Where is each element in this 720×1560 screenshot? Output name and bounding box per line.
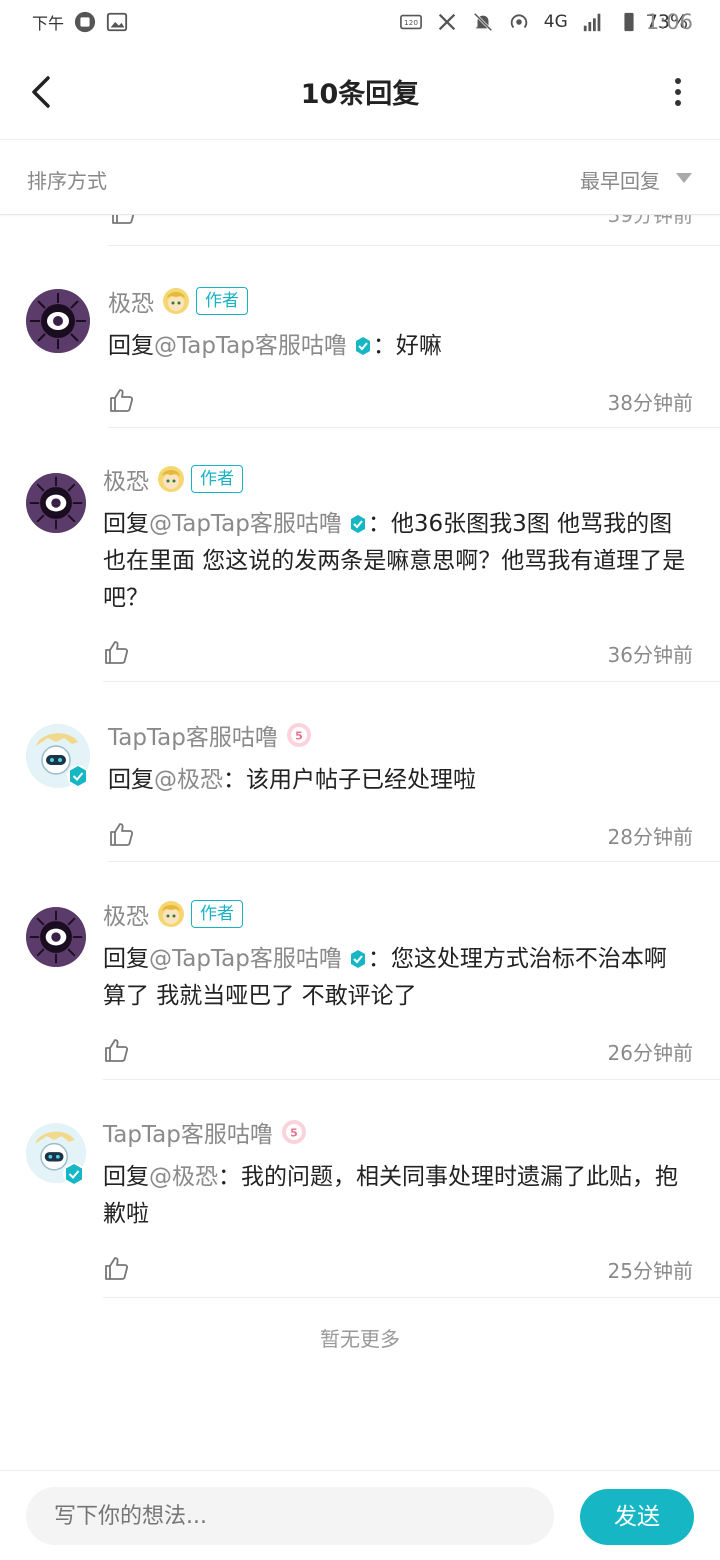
- mention-link[interactable]: @TapTap客服咕噜: [149, 946, 342, 972]
- comment-body: TapTap客服咕噜 5 回复@极恐：我的问题，相关同事处理时遗漏了此贴，抱歉啦…: [103, 1115, 720, 1298]
- like-icon[interactable]: [103, 1255, 129, 1281]
- divider: [108, 427, 720, 428]
- comment-footer: 28分钟前: [108, 811, 720, 861]
- reply-time: 25分钟前: [607, 1259, 693, 1283]
- svg-text:120: 120: [404, 18, 418, 27]
- comment-text: 回复@极恐：该用户帖子已经处理啦: [108, 767, 476, 793]
- comment-text: 回复@TapTap客服咕噜 ：他36张图我3图 他骂我的图也在里面 您这说的发两条…: [103, 511, 686, 611]
- comment-body: 极恐 作者 回复@TapTap客服咕噜 ：您这处理方式治标不治本啊 算了 我就当哑…: [103, 897, 720, 1080]
- more-options-icon[interactable]: [666, 72, 690, 112]
- battery-icon: [624, 12, 634, 32]
- user-name[interactable]: 极恐: [103, 897, 149, 931]
- author-tag: 作者: [191, 465, 243, 493]
- send-button[interactable]: 发送: [580, 1489, 694, 1545]
- gallery-icon: [106, 12, 128, 32]
- svg-text:5: 5: [295, 730, 303, 743]
- no-more-label: 暂无更多: [320, 1327, 400, 1351]
- mention-link[interactable]: @极恐: [149, 1164, 218, 1190]
- user-name[interactable]: TapTap客服咕噜: [103, 1115, 273, 1149]
- divider: [103, 1297, 720, 1298]
- like-icon[interactable]: [108, 821, 134, 847]
- network-type: 4G: [543, 12, 568, 32]
- sort-bar: 排序方式 最早回复: [0, 141, 720, 215]
- comment-footer: 25分钟前: [103, 1245, 720, 1295]
- refresh-rate-icon: 120: [399, 14, 422, 30]
- reply-time: 28分钟前: [607, 825, 693, 849]
- reply-list: 39分钟前 极恐 作者 回复@TapTap客服咕噜 ：好嘛 38分钟前 极恐 作…: [0, 215, 720, 1470]
- author-tag: 作者: [196, 287, 248, 315]
- comment-footer: 26分钟前: [103, 1027, 720, 1077]
- hotspot-icon: [510, 14, 527, 29]
- list-item: 极恐 作者 回复@TapTap客服咕噜 ：他36张图我3图 他骂我的图也在里面 您…: [0, 446, 720, 682]
- divider: [103, 681, 720, 682]
- list-item: 极恐 作者 回复@TapTap客服咕噜 ：好嘛 38分钟前: [0, 274, 720, 428]
- user-name[interactable]: 极恐: [103, 462, 149, 496]
- level-badge-icon: 5: [286, 723, 311, 747]
- verified-icon: [67, 765, 89, 787]
- sort-dropdown[interactable]: 最早回复: [580, 165, 660, 194]
- comment-body: 极恐 作者 回复@TapTap客服咕噜 ：好嘛 38分钟前: [108, 284, 720, 428]
- eye-monster-avatar: [26, 473, 86, 533]
- user-badge-icon: [158, 466, 184, 492]
- comment-footer: 38分钟前: [108, 377, 720, 427]
- divider: [103, 1079, 720, 1080]
- like-icon[interactable]: [103, 639, 129, 665]
- author-tag: 作者: [191, 900, 243, 928]
- comment-composer: 发送: [0, 1470, 720, 1560]
- comment-body: TapTap客服咕噜 5 回复@极恐：该用户帖子已经处理啦 28分钟前: [108, 718, 720, 862]
- top-app-bar: 10条回复: [0, 44, 720, 140]
- eye-monster-avatar: [26, 289, 90, 353]
- list-item-partial: 39分钟前: [108, 215, 720, 246]
- user-badge-icon: [163, 288, 189, 314]
- avatar[interactable]: [26, 907, 86, 967]
- status-ampm: 下午: [32, 14, 65, 33]
- comment-text: 回复@TapTap客服咕噜 ：您这处理方式治标不治本啊 算了 我就当哑巴了 不敢评…: [103, 946, 667, 1009]
- comment-body: 极恐 作者 回复@TapTap客服咕噜 ：他36张图我3图 他骂我的图也在里面 您…: [103, 462, 720, 682]
- reply-time: 26分钟前: [607, 1041, 693, 1065]
- signal-icon: [583, 13, 601, 32]
- comment-input[interactable]: [26, 1487, 554, 1545]
- like-icon[interactable]: [103, 1037, 129, 1063]
- divider: [108, 861, 720, 862]
- page-title: 10条回复: [300, 79, 420, 110]
- reply-time: 38分钟前: [607, 391, 693, 415]
- verified-icon: [350, 515, 365, 533]
- x-app-icon: [438, 13, 455, 31]
- mention-link[interactable]: @TapTap客服咕噜: [154, 333, 347, 359]
- svg-text:5: 5: [290, 1127, 298, 1140]
- like-icon[interactable]: [108, 387, 134, 413]
- verified-icon: [350, 950, 365, 968]
- mention-link[interactable]: @极恐: [154, 767, 223, 793]
- status-bar: 下午 1:06 120 4G 73%: [0, 0, 720, 44]
- notification-icon: [74, 11, 96, 33]
- list-item: TapTap客服咕噜 5 回复@极恐：该用户帖子已经处理啦 28分钟前: [0, 700, 720, 862]
- mute-icon: [473, 12, 492, 32]
- avatar[interactable]: [26, 473, 86, 533]
- avatar[interactable]: [26, 289, 90, 353]
- mention-link[interactable]: @TapTap客服咕噜: [149, 511, 342, 537]
- user-badge-icon: [158, 901, 184, 927]
- reply-time: 39分钟前: [607, 215, 693, 227]
- comment-footer: 36分钟前: [103, 629, 720, 679]
- comment-text: 回复@极恐：我的问题，相关同事处理时遗漏了此贴，抱歉啦: [103, 1164, 678, 1227]
- user-name[interactable]: 极恐: [108, 284, 154, 318]
- list-item: 极恐 作者 回复@TapTap客服咕噜 ：您这处理方式治标不治本啊 算了 我就当哑…: [0, 880, 720, 1080]
- reply-time: 36分钟前: [607, 643, 693, 667]
- verified-icon: [355, 337, 370, 355]
- user-name[interactable]: TapTap客服咕噜: [108, 718, 278, 752]
- level-badge-icon: 5: [281, 1120, 306, 1144]
- verified-icon: [63, 1163, 85, 1185]
- like-icon[interactable]: [110, 215, 136, 225]
- status-time: 1:06: [645, 10, 693, 34]
- list-item: TapTap客服咕噜 5 回复@极恐：我的问题，相关同事处理时遗漏了此贴，抱歉啦…: [0, 1098, 720, 1298]
- comment-text: 回复@TapTap客服咕噜 ：好嘛: [108, 333, 442, 359]
- caret-down-icon[interactable]: [676, 173, 692, 183]
- sort-label: 排序方式: [27, 169, 107, 193]
- eye-monster-avatar: [26, 907, 86, 967]
